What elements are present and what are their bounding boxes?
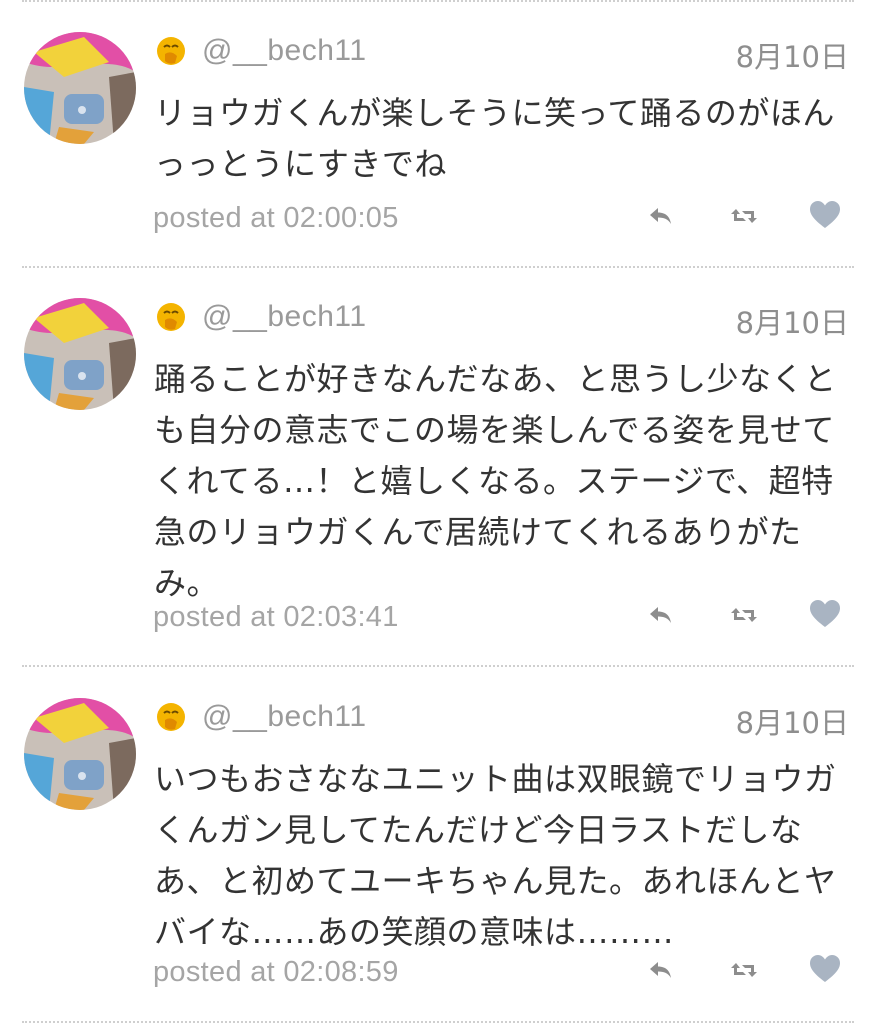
tweet-text: 踊ることが好きなんだなあ、と思うし少なくとも自分の意志でこの場を楽しんでる姿を見… [154,360,837,602]
tweet-item[interactable]: @__bech11 8月10日 リョウガくんが楽しそうに笑って踊るのがほんっっと… [0,2,877,266]
hand-over-mouth-emoji-icon [156,702,186,732]
user-handle[interactable]: @__bech11 [202,700,367,734]
divider [22,665,854,667]
tweet-feed: @__bech11 8月10日 リョウガくんが楽しそうに笑って踊るのがほんっっと… [0,0,877,1024]
heart-icon[interactable] [808,597,842,631]
avatar[interactable] [24,698,136,810]
retweet-icon[interactable] [727,953,761,987]
hand-over-mouth-emoji-icon [156,36,186,66]
divider [22,1021,854,1023]
posted-time: posted at 02:03:41 [153,601,399,633]
avatar[interactable] [24,32,136,144]
user-handle[interactable]: @__bech11 [202,34,367,68]
tweet-item[interactable]: @__bech11 8月10日 踊ることが好きなんだなあ、と思うし少なくとも自分… [0,268,877,664]
posted-time: posted at 02:08:59 [153,956,399,988]
tweet-item[interactable]: @__bech11 8月10日 いつもおさななユニット曲は双眼鏡でリョウガくんガ… [0,668,877,1022]
user-handle[interactable]: @__bech11 [202,300,367,334]
reply-icon[interactable] [644,953,678,987]
tweet-date[interactable]: 8月10日 [736,700,849,742]
reply-icon[interactable] [644,199,678,233]
tweet-date[interactable]: 8月10日 [736,34,849,76]
tweet-text: リョウガくんが楽しそうに笑って踊るのがほんっっとうにすきでね [154,94,835,183]
tweet-text: いつもおさななユニット曲は双眼鏡でリョウガくんガン見してたんだけど今日ラストだし… [154,760,837,951]
hand-over-mouth-emoji-icon [156,302,186,332]
retweet-icon[interactable] [727,199,761,233]
heart-icon[interactable] [808,952,842,986]
reply-icon[interactable] [644,598,678,632]
posted-time: posted at 02:00:05 [153,202,399,234]
retweet-icon[interactable] [727,598,761,632]
heart-icon[interactable] [808,198,842,232]
tweet-date[interactable]: 8月10日 [736,300,849,342]
avatar[interactable] [24,298,136,410]
